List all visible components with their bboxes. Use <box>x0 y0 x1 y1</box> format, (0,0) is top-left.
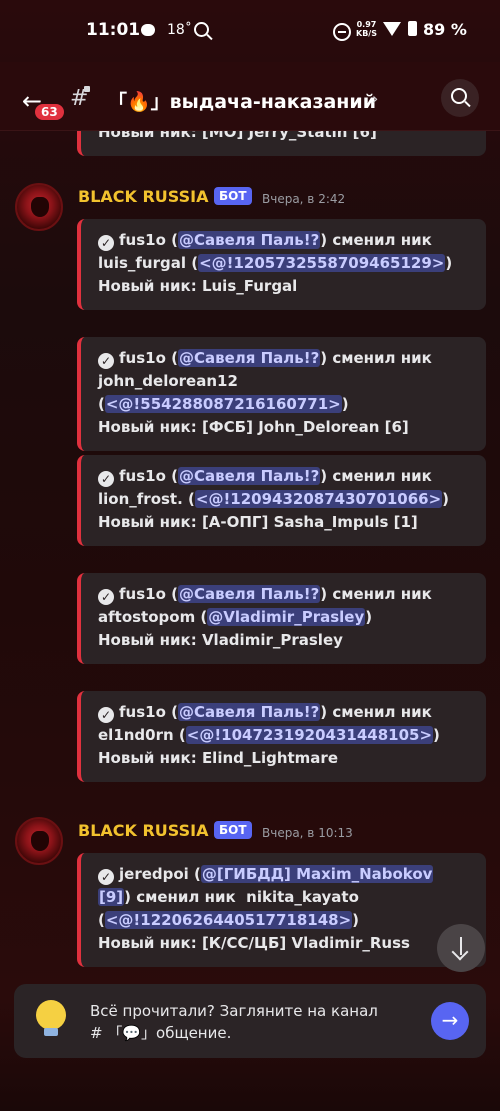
avatar[interactable] <box>15 817 63 865</box>
embed-card: ✓ fus1o (@Савеля Паль!?) сменил ник el1nd… <box>77 691 486 782</box>
bot-tag: БОТ <box>214 821 252 839</box>
battery-icon <box>408 21 417 36</box>
check-icon: ✓ <box>98 869 114 885</box>
channel-header: ← 63 # 「🔥」выдача-наказаний › <box>0 62 500 131</box>
user-mention[interactable]: @Савеля Паль!? <box>177 585 321 603</box>
embed-partial: Новый ник: [МО] Jerry_Statin [6] <box>77 131 486 156</box>
check-icon: ✓ <box>98 235 114 251</box>
search-button[interactable] <box>441 79 479 117</box>
user-mention[interactable]: @Савеля Паль!? <box>177 467 321 485</box>
check-icon: ✓ <box>98 471 114 487</box>
user-mention[interactable]: [9] <box>98 888 125 906</box>
embed-card: ✓ fus1o (@Савеля Паль!?) сменил ник luis_… <box>77 219 486 310</box>
temperature: 18˚ <box>167 22 192 38</box>
check-icon: ✓ <box>98 353 114 369</box>
clock: 11:01 <box>86 20 141 40</box>
check-icon: ✓ <box>98 589 114 605</box>
author-name[interactable]: BLACK RUSSIA <box>78 821 208 840</box>
embed-card: ✓ fus1o (@Савеля Паль!?) сменил ник lion_… <box>77 455 486 546</box>
do-not-disturb-icon <box>333 23 351 41</box>
message-timestamp: Вчера, в 10:13 <box>262 826 353 840</box>
author-name[interactable]: BLACK RUSSIA <box>78 187 208 206</box>
network-speed: 0.97 KB/S <box>356 20 377 38</box>
lock-icon <box>84 86 90 92</box>
user-mention[interactable]: <@!1209432087430701066> <box>194 490 443 508</box>
avatar[interactable] <box>15 183 63 231</box>
embed-card: ✓ jeredpoi (@[ГИБДД] Maxim_Nabokov [9]) с… <box>77 853 486 967</box>
chevron-right-icon[interactable]: › <box>372 89 378 108</box>
bot-tag: БОТ <box>214 187 252 205</box>
embed-card: ✓ fus1o (@Савеля Паль!?) сменил ник john_… <box>77 337 486 451</box>
user-mention[interactable]: @Савеля Паль!? <box>177 703 321 721</box>
search-icon <box>451 88 467 104</box>
user-mention[interactable]: @[ГИБДД] Maxim_Nabokov <box>200 865 434 883</box>
embed-card: ✓ fus1o (@Савеля Паль!?) сменил ник aftos… <box>77 573 486 664</box>
search-notification-icon <box>194 22 209 37</box>
unread-badge: 63 <box>33 102 66 122</box>
go-to-channel-button[interactable]: → <box>431 1002 469 1040</box>
scroll-to-bottom-button[interactable] <box>437 924 485 972</box>
lightbulb-icon <box>36 1000 66 1036</box>
message-list[interactable]: Новый ник: [МО] Jerry_Statin [6] BLACK R… <box>0 131 500 971</box>
status-bar: 11:01 18˚ 0.97 KB/S 89 % <box>0 0 500 62</box>
check-icon: ✓ <box>98 707 114 723</box>
user-mention[interactable]: @Vladimir_Prasley <box>207 608 366 626</box>
banner-text: Всё прочитали? Загляните на канал # 「💬」о… <box>90 1002 378 1042</box>
user-mention[interactable]: <@!554288087216160771> <box>104 395 342 413</box>
battery-percent: 89 % <box>423 20 467 39</box>
embed-new-nick-line: Новый ник: [МО] Jerry_Statin [6] <box>98 131 377 141</box>
message-timestamp: Вчера, в 2:42 <box>262 192 346 206</box>
chat-notification-icon <box>141 24 155 36</box>
user-mention[interactable]: @Савеля Паль!? <box>177 231 321 249</box>
arrow-right-icon: → <box>441 1008 459 1032</box>
user-mention[interactable]: <@!1047231920431448105> <box>185 726 434 744</box>
user-mention[interactable]: <@!1205732558709465129> <box>198 254 446 272</box>
wifi-icon <box>383 22 401 36</box>
read-all-banner: Всё прочитали? Загляните на канал # 「💬」о… <box>14 984 486 1058</box>
user-mention[interactable]: @Савеля Паль!? <box>177 349 321 367</box>
user-mention[interactable]: <@!1220626440517718148> <box>104 911 353 929</box>
channel-title[interactable]: 「🔥」выдача-наказаний <box>108 87 376 114</box>
